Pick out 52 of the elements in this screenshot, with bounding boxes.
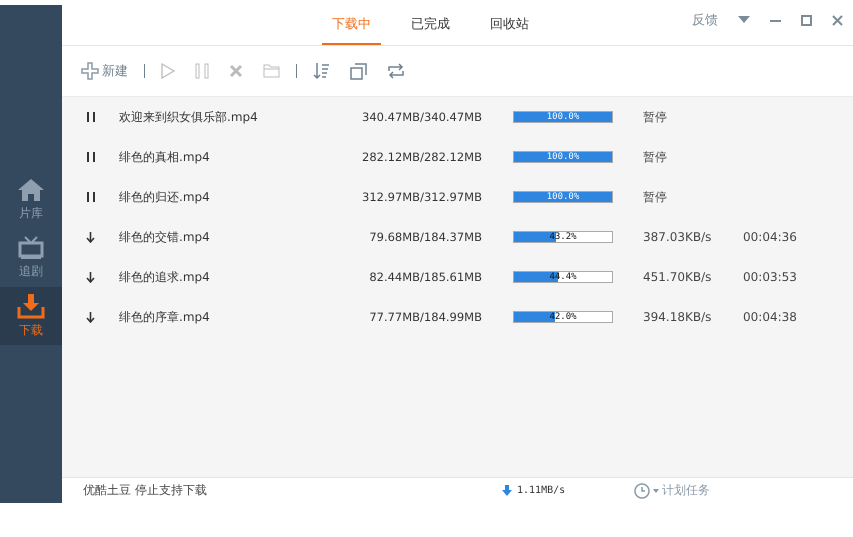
maximize-icon[interactable] [801,14,812,26]
copy-icon[interactable] [350,62,367,80]
tab[interactable]: 下载中 [322,5,381,45]
feedback-link[interactable]: 反馈 [692,11,718,29]
download-arrow-icon[interactable] [86,272,95,282]
download-status: 暂停 [643,188,668,206]
file-size: 340.47MB/340.47MB [361,110,482,124]
notice-text: 优酷土豆 停止支持下载 [82,482,208,499]
download-icon [17,293,45,319]
tab[interactable]: 回收站 [480,5,539,45]
progress-percent: 100.0% [546,152,580,162]
download-status: 暂停 [643,148,668,166]
sort-icon[interactable] [313,62,330,80]
sidebar-item[interactable]: 下载 [0,287,62,345]
file-size: 82.44MB/185.61MB [368,270,482,284]
pause-icon[interactable] [86,112,96,122]
file-name: 绯色的追求.mp4 [119,268,211,286]
clock-icon [634,482,660,498]
file-name: 绯色的真相.mp4 [119,148,211,166]
progress-percent: 100.0% [546,192,580,202]
file-name: 绯色的交错.mp4 [119,228,211,246]
pause-icon[interactable] [86,192,96,202]
download-arrow-icon[interactable] [86,232,95,242]
download-status: 394.18KB/s [643,310,712,324]
dropdown-icon[interactable] [738,16,750,24]
file-size: 282.12MB/282.12MB [361,150,482,164]
download-status: 387.03KB/s [643,230,712,244]
tv-icon [18,236,44,260]
new-button[interactable]: 新建 [81,62,128,80]
time-remaining: 00:03:53 [743,270,797,284]
time-remaining: 00:04:38 [743,310,797,324]
download-arrow-icon[interactable] [86,312,95,322]
download-status: 451.70KB/s [643,270,712,284]
total-speed: 1.11MB/s [517,485,566,496]
file-size: 79.68MB/184.37MB [368,230,482,244]
file-name: 绯色的归还.mp4 [119,188,211,206]
schedule-button[interactable]: 计划任务 [634,482,710,499]
sidebar-item[interactable]: 追剧 [0,229,62,287]
download-arrow-icon [502,485,512,496]
repeat-icon[interactable] [387,63,405,79]
close-icon[interactable] [832,14,843,26]
download-status: 暂停 [643,108,668,126]
time-remaining: 00:04:36 [743,230,797,244]
sidebar-item[interactable]: 片库 [0,171,62,229]
tab[interactable]: 已完成 [401,5,460,45]
file-name: 欢迎来到织女俱乐部.mp4 [119,108,259,126]
file-size: 77.77MB/184.99MB [368,310,482,324]
file-size: 312.97MB/312.97MB [361,190,482,204]
home-icon [17,178,45,202]
progress-percent: 100.0% [546,112,580,122]
file-name: 绯色的序章.mp4 [119,308,211,326]
pause-icon[interactable] [86,152,96,162]
